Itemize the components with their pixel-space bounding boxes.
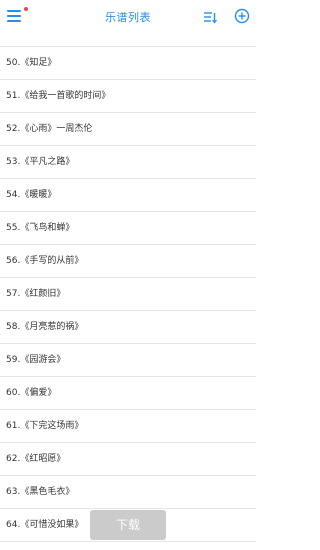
sort-list-icon[interactable] (203, 9, 217, 24)
list-item[interactable]: 59.《园游会》 (0, 344, 256, 377)
page-title: 乐谱列表 (105, 11, 151, 24)
list-item[interactable]: 61.《下完这场雨》 (0, 410, 256, 443)
list-item[interactable]: 55.《飞鸟和蝉》 (0, 212, 256, 245)
list-divider (0, 34, 256, 47)
list-item[interactable]: 63.《黑色毛衣》 (0, 476, 256, 509)
list-item[interactable]: 62.《红昭愿》 (0, 443, 256, 476)
list-item[interactable]: 50.《知足》 (0, 47, 256, 80)
list-item[interactable]: 60.《偏爱》 (0, 377, 256, 410)
score-list: 50.《知足》 51.《给我一首歌的时间》 52.《心雨》一周杰伦 53.《平凡… (0, 34, 256, 542)
list-item[interactable]: 53.《平凡之路》 (0, 146, 256, 179)
top-bar: 乐谱列表 (0, 0, 256, 34)
download-button[interactable]: 下载 (90, 510, 166, 540)
list-item[interactable]: 51.《给我一首歌的时间》 (0, 80, 256, 113)
list-item[interactable]: 56.《手写的从前》 (0, 245, 256, 278)
list-item[interactable]: 52.《心雨》一周杰伦 (0, 113, 256, 146)
list-item[interactable]: 54.《暖暖》 (0, 179, 256, 212)
list-item[interactable]: 57.《红颜旧》 (0, 278, 256, 311)
add-circle-icon[interactable] (234, 8, 250, 24)
list-item[interactable]: 58.《月亮惹的祸》 (0, 311, 256, 344)
